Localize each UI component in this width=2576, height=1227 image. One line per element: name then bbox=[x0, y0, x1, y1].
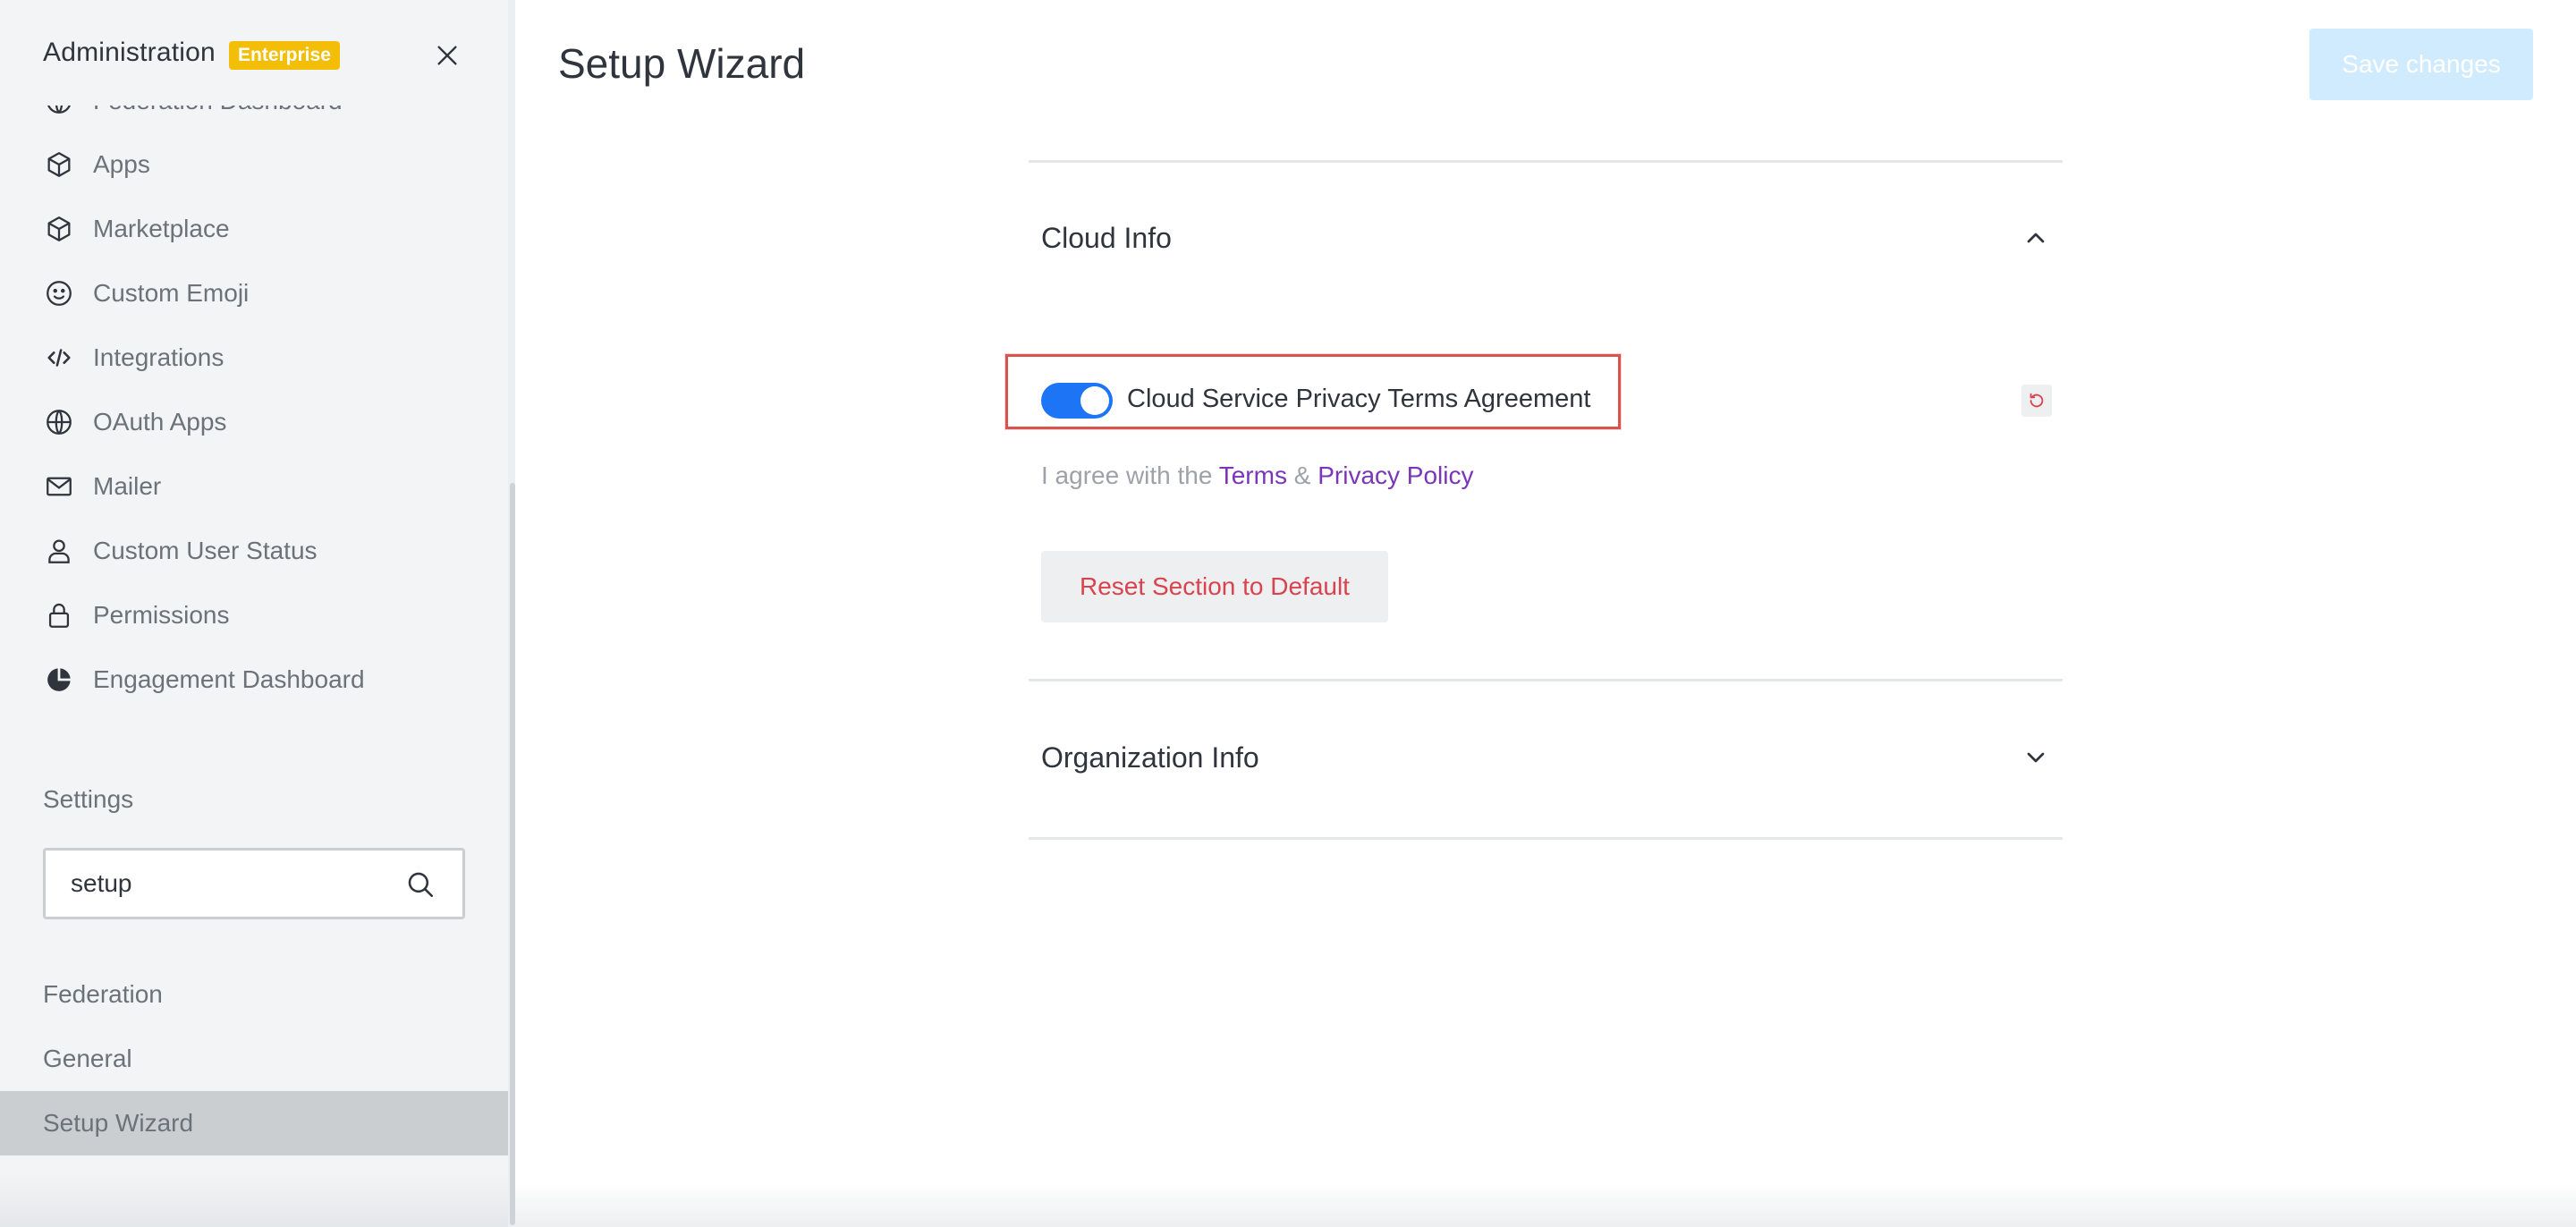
sidebar-item-marketplace[interactable]: Marketplace bbox=[43, 207, 230, 251]
admin-sidebar: Federation Dashboard Apps Marketplace Cu… bbox=[0, 0, 508, 1227]
settings-search-input[interactable] bbox=[71, 850, 393, 917]
main-content: Setup Wizard Save changes Cloud Info Clo… bbox=[515, 0, 2576, 1227]
pie-chart-icon bbox=[43, 664, 75, 696]
sidebar-item-custom-emoji[interactable]: Custom Emoji bbox=[43, 271, 249, 316]
sidebar-item-label: Permissions bbox=[93, 601, 230, 629]
sidebar-item-mailer[interactable]: Mailer bbox=[43, 464, 161, 509]
section-divider bbox=[1029, 837, 2063, 840]
close-icon bbox=[437, 46, 457, 65]
section-divider bbox=[1029, 679, 2063, 681]
chevron-up-icon bbox=[2027, 233, 2045, 243]
terms-ampersand: & bbox=[1293, 461, 1311, 489]
section-header-cloud-info[interactable]: Cloud Info bbox=[1041, 211, 2050, 265]
sidebar-item-label: Custom Emoji bbox=[93, 279, 250, 307]
reset-section-button[interactable]: Reset Section to Default bbox=[1041, 551, 1388, 622]
enterprise-badge: Enterprise bbox=[229, 41, 340, 70]
main-bottom-fade bbox=[515, 1182, 2576, 1227]
terms-hint: I agree with the Terms & Privacy Policy bbox=[1041, 461, 1473, 490]
section-header-organization-info[interactable]: Organization Info bbox=[1041, 731, 2050, 784]
settings-item-label: Federation bbox=[43, 980, 163, 1008]
settings-item-general[interactable]: General bbox=[0, 1027, 508, 1091]
emoji-icon bbox=[43, 277, 75, 309]
sidebar-bottom-fade bbox=[0, 1173, 508, 1227]
lock-icon bbox=[43, 599, 75, 631]
reset-icon bbox=[2029, 393, 2044, 408]
user-icon bbox=[43, 535, 75, 567]
sidebar-header: Administration Enterprise bbox=[0, 0, 508, 106]
sidebar-item-integrations[interactable]: Integrations bbox=[43, 335, 224, 380]
sidebar-item-label: Integrations bbox=[93, 343, 225, 371]
cube-icon bbox=[43, 148, 75, 181]
close-sidebar-button[interactable] bbox=[428, 36, 467, 75]
mail-icon bbox=[43, 470, 75, 503]
section-divider bbox=[1029, 160, 2063, 163]
section-title: Cloud Info bbox=[1041, 221, 1172, 254]
save-changes-button[interactable]: Save changes bbox=[2309, 29, 2533, 100]
chevron-down-icon bbox=[2027, 752, 2045, 763]
settings-item-label: Setup Wizard bbox=[43, 1109, 194, 1137]
cube-icon bbox=[43, 213, 75, 245]
globe-icon bbox=[43, 406, 75, 438]
sidebar-item-label: Mailer bbox=[93, 472, 162, 500]
sidebar-item-label: Custom User Status bbox=[93, 537, 318, 564]
code-icon bbox=[43, 342, 75, 374]
sidebar-item-apps[interactable]: Apps bbox=[43, 142, 150, 187]
sidebar-item-label: Engagement Dashboard bbox=[93, 665, 365, 693]
search-icon bbox=[408, 872, 434, 898]
sidebar-item-label: OAuth Apps bbox=[93, 408, 227, 436]
settings-item-federation[interactable]: Federation bbox=[0, 962, 508, 1027]
terms-link[interactable]: Terms bbox=[1219, 461, 1287, 489]
settings-heading: Settings bbox=[43, 785, 134, 813]
cloud-terms-label: Cloud Service Privacy Terms Agreement bbox=[1127, 385, 1591, 413]
sidebar-item-oauth-apps[interactable]: OAuth Apps bbox=[43, 400, 226, 444]
sidebar-title: Administration bbox=[43, 38, 216, 67]
sidebar-item-custom-user-status[interactable]: Custom User Status bbox=[43, 529, 318, 573]
sidebar-item-engagement-dashboard[interactable]: Engagement Dashboard bbox=[43, 657, 365, 702]
toggle-knob bbox=[1080, 386, 1109, 415]
section-title: Organization Info bbox=[1041, 740, 1259, 774]
sidebar-item-permissions[interactable]: Permissions bbox=[43, 593, 229, 638]
settings-item-label: General bbox=[43, 1045, 132, 1072]
settings-search-field[interactable] bbox=[43, 848, 465, 919]
cloud-terms-toggle[interactable] bbox=[1041, 383, 1113, 419]
sidebar-item-label: Apps bbox=[93, 150, 150, 178]
reset-setting-button[interactable] bbox=[2021, 385, 2052, 417]
sidebar-item-label: Marketplace bbox=[93, 215, 230, 242]
terms-hint-prefix: I agree with the bbox=[1041, 461, 1213, 489]
page-title: Setup Wizard bbox=[558, 40, 806, 87]
privacy-policy-link[interactable]: Privacy Policy bbox=[1318, 461, 1473, 489]
settings-item-setup-wizard[interactable]: Setup Wizard bbox=[0, 1091, 508, 1155]
